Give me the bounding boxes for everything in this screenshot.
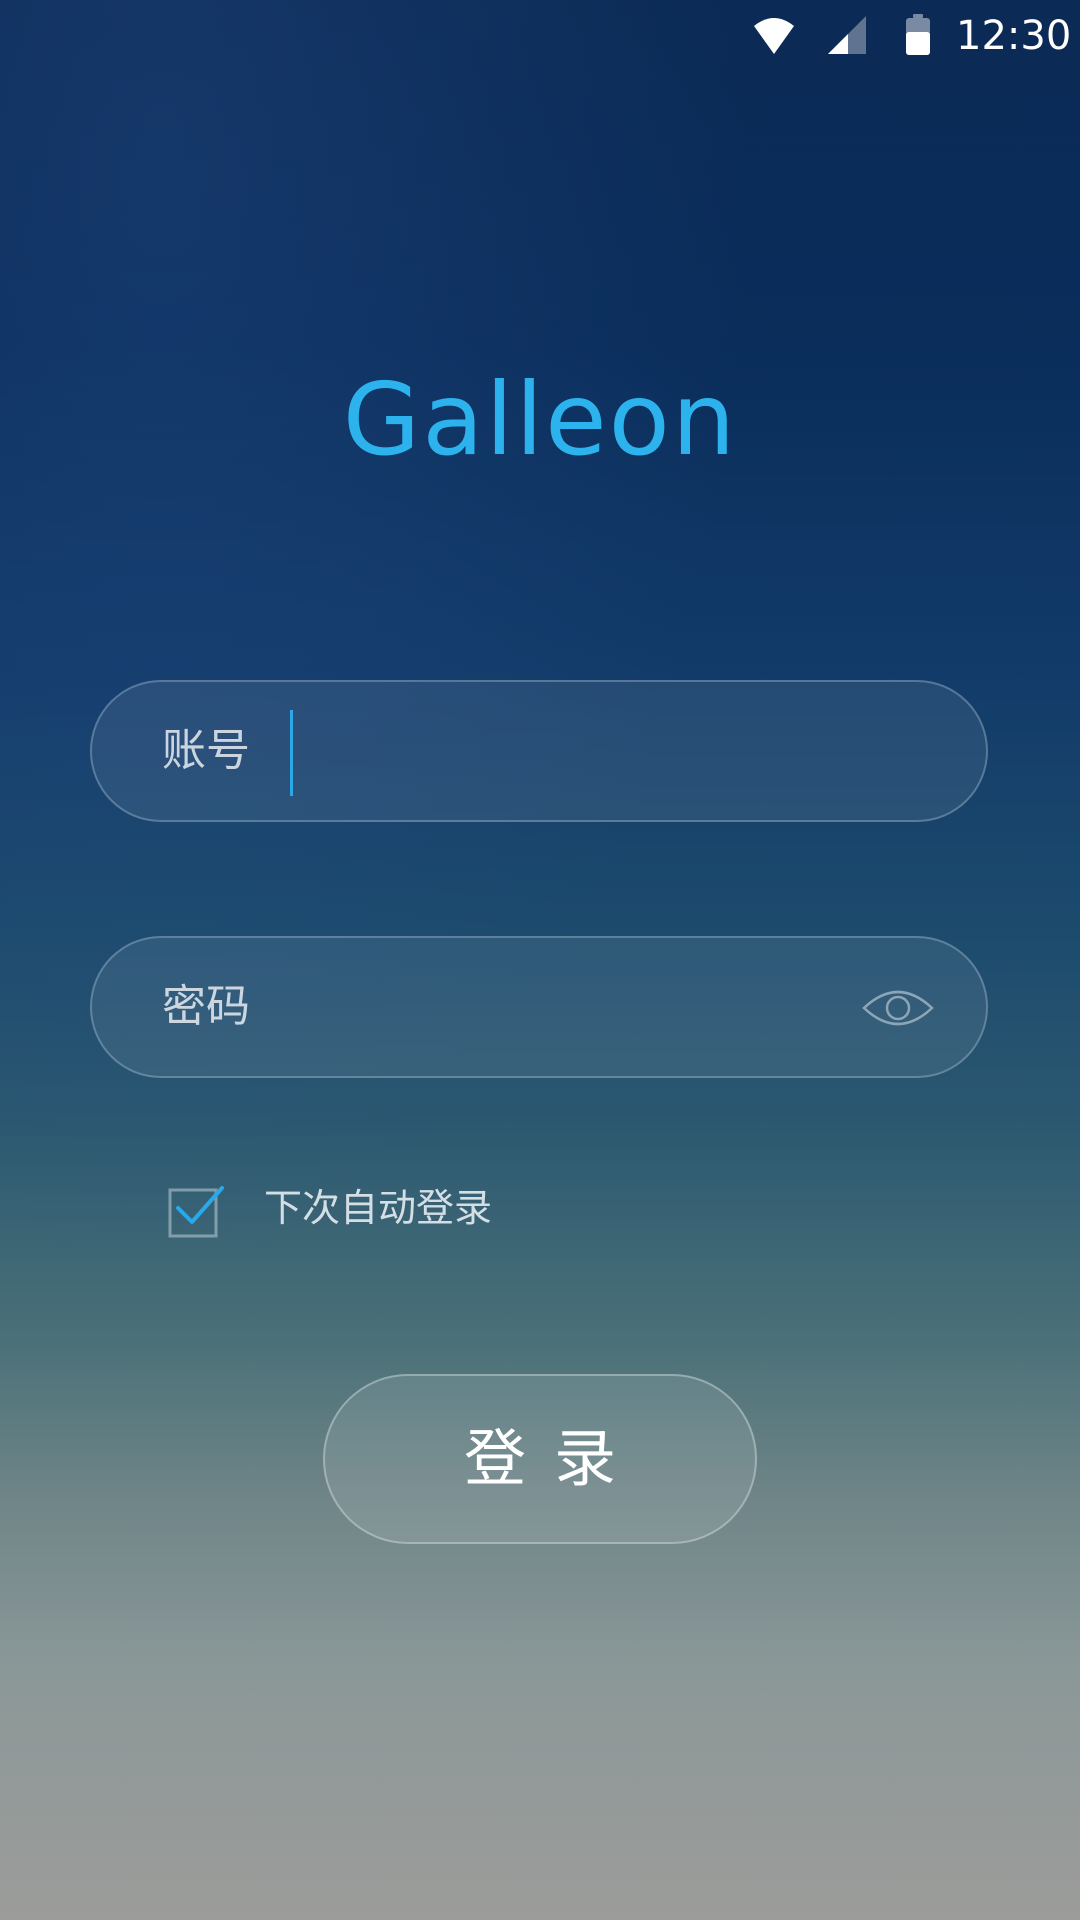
app-title: Galleon: [342, 361, 738, 478]
status-time: 12:30: [956, 13, 1072, 59]
status-bar: 12:30: [0, 0, 1080, 72]
account-label: 账号: [162, 725, 250, 776]
account-field[interactable]: 账号: [90, 680, 988, 822]
eye-icon[interactable]: [862, 984, 934, 1032]
cellular-signal-icon: [828, 16, 866, 54]
password-label: 密码: [162, 981, 250, 1032]
remember-checkbox[interactable]: [168, 1184, 226, 1238]
battery-icon: [906, 14, 930, 55]
remember-label: 下次自动登录: [264, 1186, 493, 1230]
wifi-icon: [754, 18, 794, 54]
text-cursor: [290, 710, 293, 796]
password-input[interactable]: [292, 968, 836, 1050]
password-field[interactable]: 密码: [90, 936, 988, 1078]
account-input[interactable]: [306, 712, 910, 794]
login-button[interactable]: 登录: [323, 1374, 757, 1544]
